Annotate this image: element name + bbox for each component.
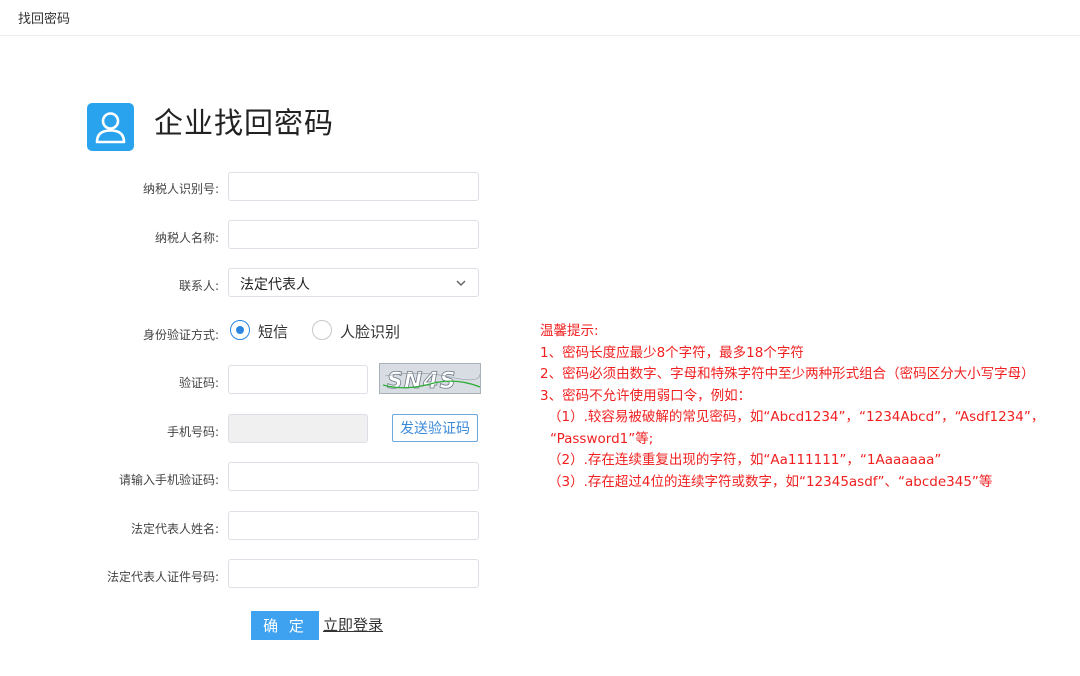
captcha-input[interactable] <box>228 365 368 394</box>
tips-line: 1、密码长度应最少8个字符，最多18个字符 <box>540 344 804 361</box>
legal-rep-name-label: 法定代表人姓名: <box>130 522 219 536</box>
radio-face-recognition[interactable] <box>312 320 332 340</box>
contact-selected-value: 法定代表人 <box>240 277 310 293</box>
chevron-down-icon <box>456 280 466 287</box>
phone-input[interactable] <box>228 414 368 443</box>
legal-rep-id-label: 法定代表人证件号码: <box>106 570 219 584</box>
verify-method-label: 身份验证方式: <box>142 328 219 342</box>
taxpayer-name-input[interactable] <box>228 220 479 249</box>
radio-sms[interactable] <box>230 320 250 340</box>
contact-label: 联系人: <box>178 279 219 293</box>
page-title: 企业找回密码 <box>154 106 335 140</box>
sms-code-label: 请输入手机验证码: <box>118 473 219 487</box>
sms-code-input[interactable] <box>228 462 479 491</box>
tips-line: “Password1”等; <box>550 430 654 447</box>
radio-face-label: 人脸识别 <box>340 323 401 341</box>
radio-sms-label: 短信 <box>258 323 289 341</box>
captcha-image[interactable]: SN4S <box>379 363 481 394</box>
login-link[interactable]: 立即登录 <box>323 614 383 635</box>
taxpayer-id-label: 纳税人识别号: <box>142 182 219 196</box>
taxpayer-id-input[interactable] <box>228 172 479 201</box>
legal-rep-name-input[interactable] <box>228 511 479 540</box>
taxpayer-name-label: 纳税人名称: <box>154 231 219 245</box>
tips-title: 温馨提示: <box>540 323 599 339</box>
top-bar-title: 找回密码 <box>18 12 71 27</box>
tips-line: 2、密码必须由数字、字母和特殊字符中至少两种形式组合（密码区分大小写字母） <box>540 366 1035 382</box>
confirm-button[interactable]: 确 定 <box>251 611 319 640</box>
tips-line: （2）.存在连续重复出现的字符，如“Aa111111”，“1Aaaaaaa” <box>548 452 942 468</box>
phone-label: 手机号码: <box>166 425 219 439</box>
password-tips: 温馨提示: 1、密码长度应最少8个字符，最多18个字符 2、密码必须由数字、字母… <box>540 321 1070 493</box>
user-icon <box>87 103 134 151</box>
tips-line: 3、密码不允许使用弱口令，例如： <box>540 387 752 404</box>
tips-line: （1）.较容易被破解的常见密码，如“Abcd1234”，“1234Abcd”，“… <box>548 409 1045 425</box>
contact-select[interactable]: 法定代表人 <box>228 268 479 297</box>
send-code-button[interactable]: 发送验证码 <box>392 414 478 442</box>
legal-rep-id-input[interactable] <box>228 559 479 588</box>
captcha-label: 验证码: <box>178 376 219 390</box>
top-bar: 找回密码 <box>0 0 1080 36</box>
tips-line: （3）.存在超过4位的连续字符或数字，如“12345asdf”、“abcde34… <box>548 473 993 490</box>
